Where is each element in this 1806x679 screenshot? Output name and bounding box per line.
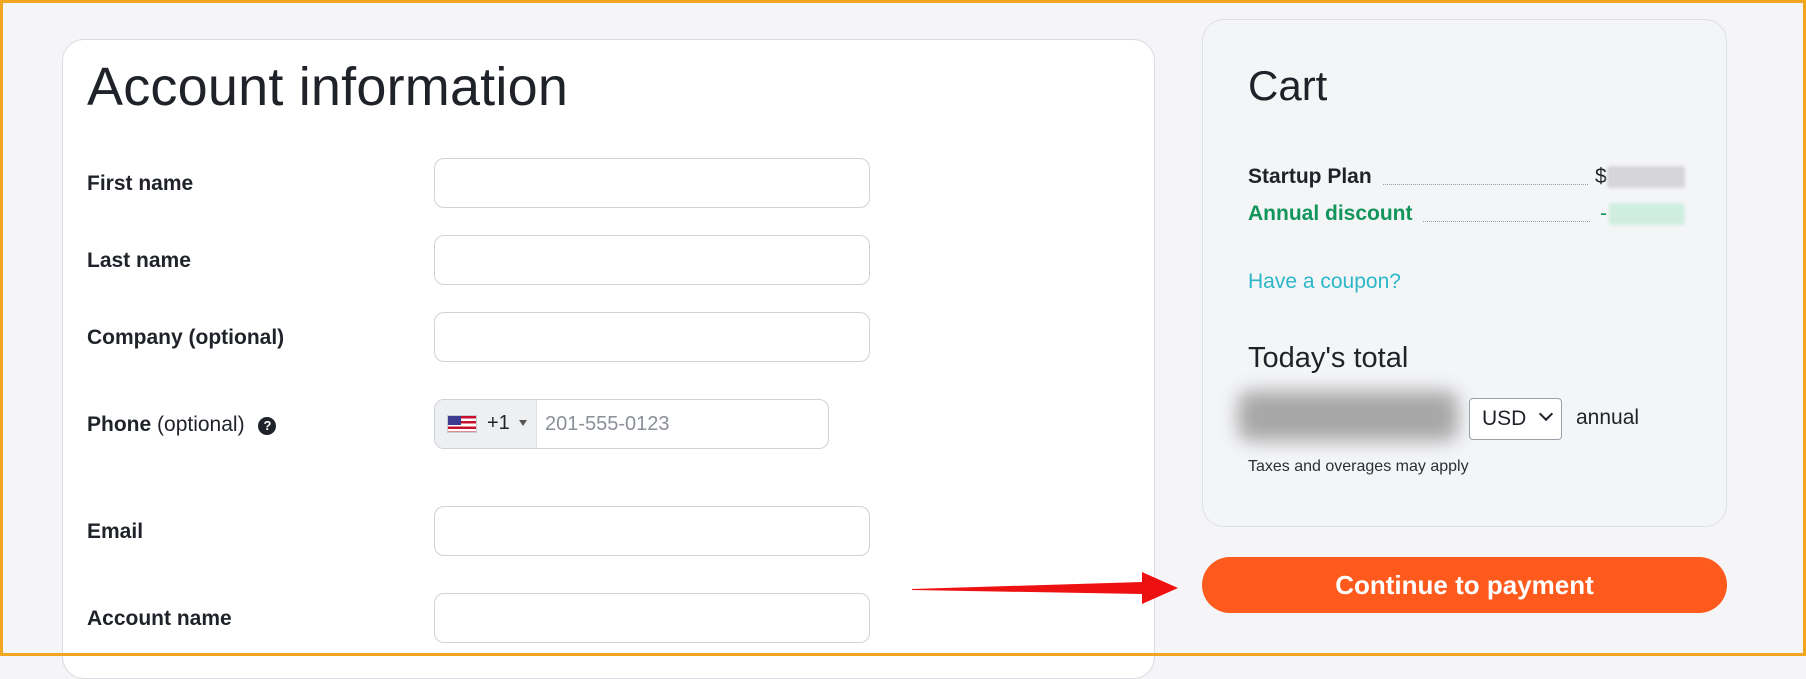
email-row: Email <box>87 506 1127 558</box>
last-name-label: Last name <box>87 249 191 272</box>
currency-value: USD <box>1482 407 1527 430</box>
last-name-input[interactable] <box>434 235 870 285</box>
account-name-input[interactable] <box>434 593 870 643</box>
phone-input[interactable] <box>537 400 827 448</box>
first-name-input[interactable] <box>434 158 870 208</box>
cart-line-startup-plan: Startup Plan $ <box>1248 163 1685 191</box>
phone-optional-text: (optional) <box>157 413 245 436</box>
phone-field: +1 <box>434 399 829 449</box>
leader-dots <box>1423 221 1590 222</box>
us-flag-icon <box>447 415 477 433</box>
dial-code: +1 <box>487 412 510 434</box>
annotation-arrow-icon <box>912 572 1178 604</box>
billing-period: annual <box>1576 406 1640 429</box>
price-currency-symbol: $ <box>1595 165 1607 188</box>
country-code-selector[interactable]: +1 <box>435 400 537 448</box>
first-name-row: First name <box>87 158 1127 210</box>
redacted-total-amount <box>1238 391 1458 441</box>
have-coupon-link[interactable]: Have a coupon? <box>1248 270 1401 294</box>
help-icon[interactable]: ? <box>258 417 277 435</box>
todays-total-label: Today's total <box>1248 342 1409 374</box>
line-item-name: Annual discount <box>1248 202 1413 225</box>
line-item-name: Startup Plan <box>1248 165 1372 188</box>
redacted-price <box>1607 166 1685 188</box>
chevron-down-icon <box>1538 406 1554 422</box>
phone-label-text: Phone <box>87 413 152 436</box>
first-name-label: First name <box>87 172 194 195</box>
page-title: Account information <box>87 57 569 117</box>
email-label: Email <box>87 520 144 543</box>
caret-down-icon <box>519 420 527 426</box>
continue-to-payment-button[interactable]: Continue to payment <box>1202 557 1727 613</box>
cart-card: Cart Startup Plan $ Annual discount - Ha… <box>1202 19 1727 527</box>
cart-title: Cart <box>1248 62 1328 109</box>
redacted-price <box>1609 203 1685 225</box>
cart-line-annual-discount: Annual discount - <box>1248 200 1685 228</box>
price-minus-sign: - <box>1600 202 1607 225</box>
line-item-price: - <box>1595 200 1685 228</box>
leader-dots <box>1383 184 1588 185</box>
account-name-label: Account name <box>87 607 232 630</box>
email-input[interactable] <box>434 506 870 556</box>
phone-label: Phone (optional) ? <box>87 413 277 437</box>
company-label: Company (optional) <box>87 326 285 349</box>
line-item-price: $ <box>1595 163 1685 191</box>
company-input[interactable] <box>434 312 870 362</box>
last-name-row: Last name <box>87 235 1127 287</box>
company-row: Company (optional) <box>87 312 1127 364</box>
currency-select[interactable]: USD <box>1469 398 1562 440</box>
phone-row: Phone (optional) ? +1 <box>87 399 1127 451</box>
taxes-note: Taxes and overages may apply <box>1248 458 1469 475</box>
